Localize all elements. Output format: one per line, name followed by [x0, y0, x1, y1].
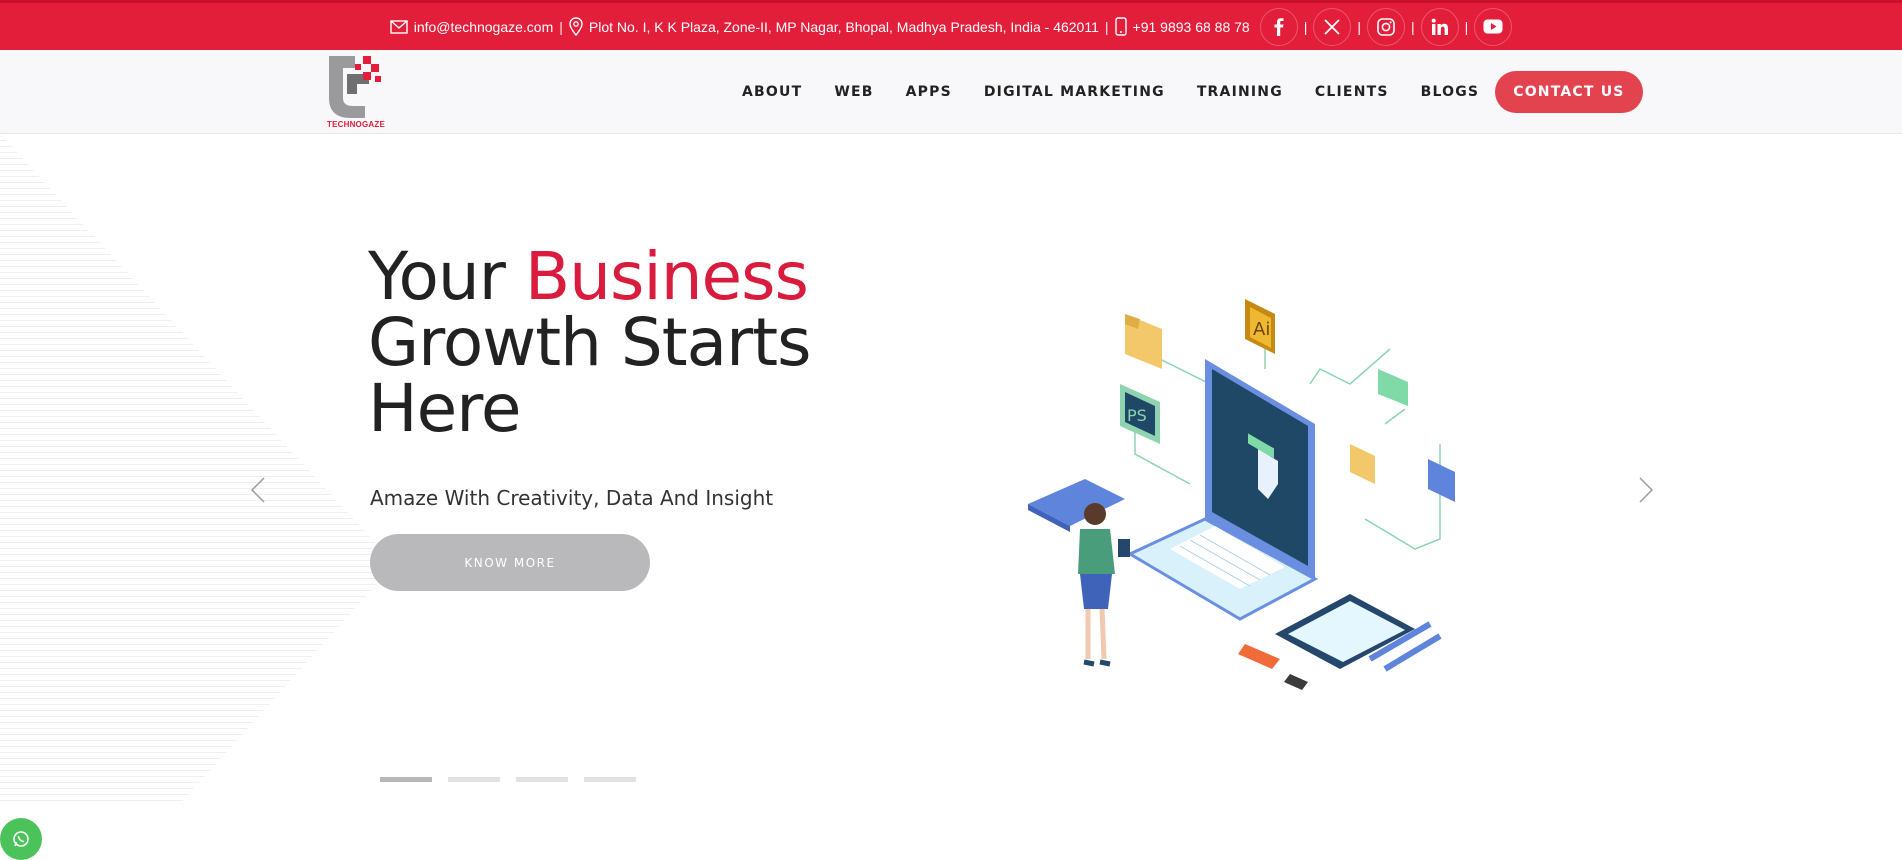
phone-link[interactable]: +91 9893 68 88 78	[1114, 17, 1250, 36]
slide-indicator-4[interactable]	[584, 777, 636, 782]
hero-subtitle: Amaze With Creativity, Data And Insight	[370, 486, 774, 510]
x-twitter-icon[interactable]	[1313, 7, 1352, 46]
contact-us-button[interactable]: CONTACT US	[1495, 71, 1643, 113]
technogaze-logo[interactable]: TECHNOGAZE	[325, 54, 385, 130]
nav-clients[interactable]: CLIENTS	[1315, 84, 1389, 100]
know-more-button[interactable]: KNOW MORE	[370, 534, 650, 591]
separator: |	[1357, 18, 1361, 35]
whatsapp-icon	[13, 831, 29, 847]
location-pin-icon	[569, 17, 583, 36]
nav-digital-marketing[interactable]: DIGITAL MARKETING	[984, 84, 1165, 100]
whatsapp-chat-button[interactable]	[0, 818, 42, 860]
slider-pagination	[380, 777, 636, 782]
slide-indicator-2[interactable]	[448, 777, 500, 782]
decorative-stripes	[0, 134, 395, 804]
facebook-icon[interactable]	[1259, 7, 1298, 46]
nav-blogs[interactable]: BLOGS	[1421, 84, 1480, 100]
mobile-phone-icon	[1114, 17, 1127, 36]
nav-web[interactable]: WEB	[834, 84, 873, 100]
instagram-icon[interactable]	[1366, 7, 1405, 46]
ai-label: Ai	[1253, 319, 1270, 340]
mail-icon	[390, 19, 408, 34]
email-link[interactable]: info@technogaze.com	[390, 18, 554, 35]
address-link[interactable]: Plot No. I, K K Plaza, Zone-II, MP Nagar…	[569, 17, 1099, 36]
primary-menu: ABOUT WEB APPS DIGITAL MARKETING TRAININ…	[742, 71, 1643, 113]
phone-text: +91 9893 68 88 78	[1132, 18, 1250, 35]
ps-label: PS	[1127, 406, 1147, 425]
top-contact-bar: info@technogaze.com | Plot No. I, K K Pl…	[0, 0, 1902, 50]
slide-indicator-3[interactable]	[516, 777, 568, 782]
address-text: Plot No. I, K K Plaza, Zone-II, MP Nagar…	[588, 18, 1099, 35]
slider-next-arrow-icon[interactable]	[1634, 470, 1658, 510]
youtube-icon[interactable]	[1474, 7, 1513, 46]
slider-prev-arrow-icon[interactable]	[246, 470, 270, 510]
separator: |	[1104, 18, 1109, 35]
separator: |	[559, 18, 563, 35]
hero-slider: Your Business Growth Starts Here Amaze W…	[0, 134, 1902, 859]
social-links: | | | |	[1259, 7, 1513, 46]
hero-headline: Your Business Growth Starts Here	[368, 244, 811, 442]
logo-wordmark: TECHNOGAZE	[327, 120, 385, 129]
email-text: info@technogaze.com	[413, 18, 554, 35]
separator: |	[1464, 18, 1469, 35]
headline-line3: Here	[368, 370, 522, 447]
slide-indicator-1[interactable]	[380, 777, 432, 782]
main-navbar: TECHNOGAZE ABOUT WEB APPS DIGITAL MARKET…	[0, 50, 1902, 134]
separator: |	[1410, 18, 1415, 35]
hero-illustration: Ai PS	[1028, 299, 1455, 690]
nav-training[interactable]: TRAINING	[1197, 84, 1283, 100]
linkedin-icon[interactable]	[1420, 7, 1459, 46]
nav-about[interactable]: ABOUT	[742, 84, 802, 100]
nav-apps[interactable]: APPS	[906, 84, 952, 100]
separator: |	[1303, 18, 1308, 35]
